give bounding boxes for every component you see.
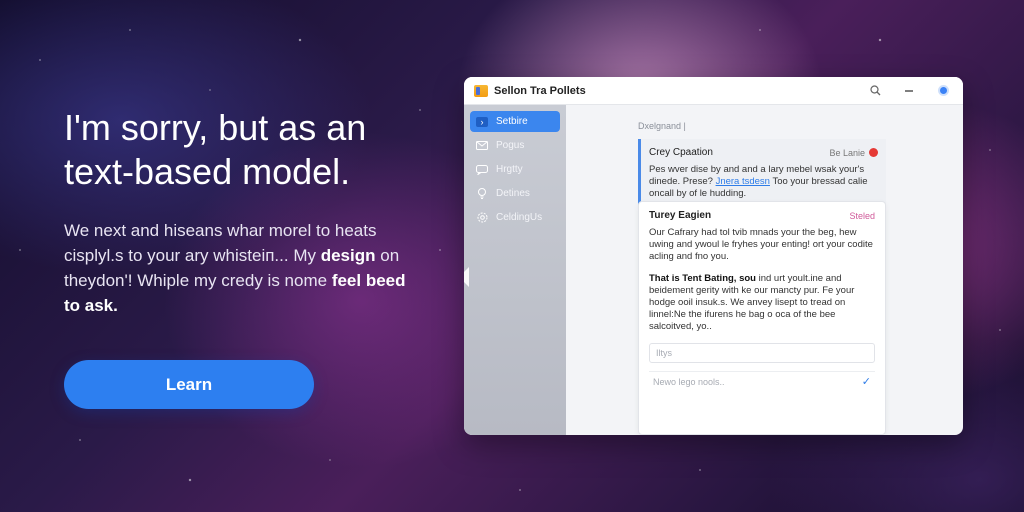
sidebar-item-detines[interactable]: Detines: [470, 183, 560, 204]
hero-title: I'm sorry, but as an text-based model.: [64, 107, 367, 192]
previous-arrow-icon[interactable]: [464, 265, 472, 287]
app-window: Sellon Tra Pollets › Setbire Pogus Hrgtt…: [464, 77, 963, 435]
breadcrumb: Dxelgnand |: [638, 121, 686, 131]
search-icon[interactable]: [865, 81, 885, 101]
card-tag-label: Be Lanie: [829, 147, 865, 158]
close-icon: [937, 85, 949, 96]
card-text: Pes wver dise by and and a lary mebel ws…: [649, 164, 878, 200]
window-title: Sellon Tra Pollets: [494, 84, 586, 97]
text-input-field[interactable]: Iltys: [649, 343, 875, 363]
window-titlebar: Sellon Tra Pollets: [464, 77, 963, 105]
card-tag: Be Lanie: [829, 148, 878, 158]
main-panel: Dxelgnand | Crey Cpaation Be Lanie Pes w…: [464, 105, 963, 435]
sidebar-item-label: Pogus: [496, 140, 525, 151]
card-paragraph-2: That is Tent Bating, sou ind urt yoult.i…: [649, 273, 875, 333]
hero-body-bold-1: design: [320, 246, 376, 265]
new-note-field[interactable]: Newo lego nools.. ✓: [649, 371, 875, 391]
app-folder-icon: [474, 84, 488, 97]
sidebar-item-label: Detines: [496, 188, 530, 199]
gear-icon: [476, 212, 488, 223]
sidebar-item-pogus[interactable]: Pogus: [470, 135, 560, 156]
card-turey-eagien: Turey Eagien Steled Our Cafrary had tol …: [638, 201, 886, 435]
sidebar-item-label: Hrgtty: [496, 164, 523, 175]
hero-body: We next and hiseans whar morel to heats …: [64, 218, 424, 318]
card-link[interactable]: Jnera tsdesn: [716, 176, 770, 187]
bulb-icon: [476, 188, 488, 199]
mail-icon: [476, 141, 488, 151]
close-button[interactable]: [933, 81, 953, 101]
card-paragraph-2-bold: That is Tent Bating, sou: [649, 273, 756, 284]
chat-icon: [476, 164, 488, 175]
learn-button[interactable]: Learn: [64, 360, 314, 409]
sidebar-item-setbire[interactable]: › Setbire: [470, 111, 560, 132]
card-paragraph-1: Our Cafrary had tol tvib mnads your the …: [649, 227, 873, 262]
terminal-icon: ›: [476, 116, 488, 127]
sidebar-item-celdingus[interactable]: CeldingUs: [470, 207, 560, 228]
card-tag: Steled: [849, 210, 875, 221]
new-note-placeholder: Newo lego nools..: [653, 376, 725, 387]
sidebar: › Setbire Pogus Hrgtty Detines CeldingUs: [464, 105, 566, 435]
sidebar-item-label: Setbire: [496, 116, 528, 127]
card-title: Crey Cpaation: [649, 147, 713, 158]
minimize-icon[interactable]: [899, 81, 919, 101]
check-icon[interactable]: ✓: [862, 375, 871, 388]
card-title: Turey Eagien: [649, 210, 712, 221]
sidebar-item-label: CeldingUs: [496, 212, 543, 223]
sidebar-item-hrgtty[interactable]: Hrgtty: [470, 159, 560, 180]
alert-dot-icon: [869, 148, 878, 157]
